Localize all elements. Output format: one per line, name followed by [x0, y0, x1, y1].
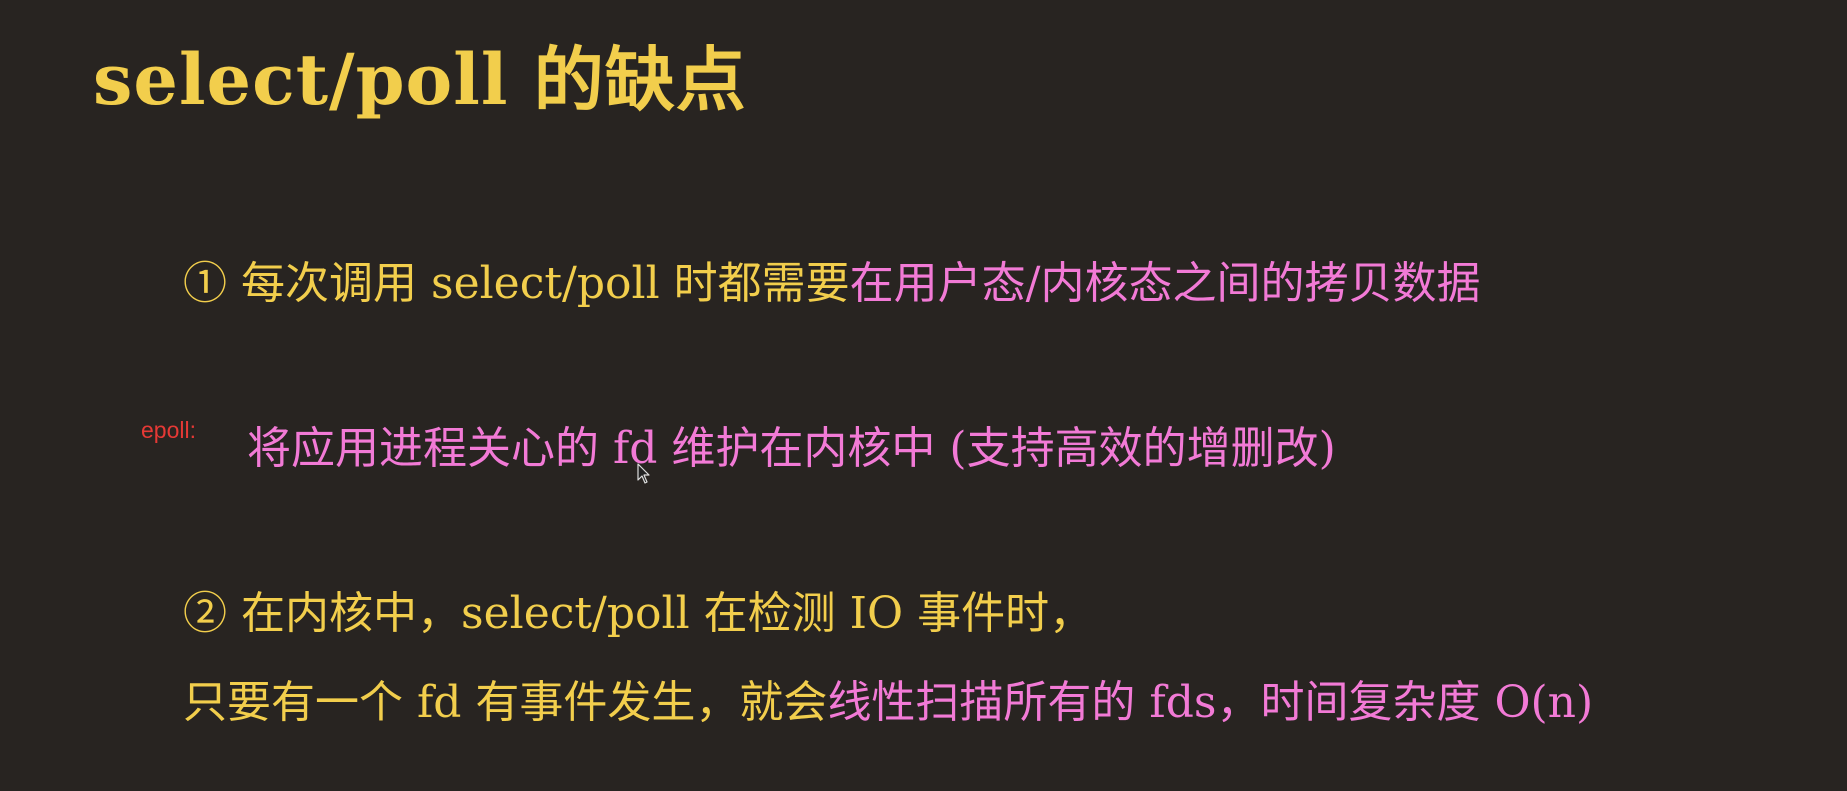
point-2-text: 在内核中，select/poll 在检测 IO 事件时，: [241, 588, 1094, 639]
epoll-text: 将应用进程关心的 fd 维护在内核中 (支持高效的增删改): [247, 423, 1336, 474]
point-2-text-2: 只要有一个 fd 有事件发生，就会: [183, 677, 828, 728]
point-1-marker: ①: [183, 258, 227, 309]
slide-title: select/poll 的缺点: [93, 38, 747, 121]
point-1-text: 每次调用 select/poll 时都需要: [241, 258, 850, 309]
point-2-line-1: ② 在内核中，select/poll 在检测 IO 事件时，: [183, 584, 1093, 644]
point-2-marker: ②: [183, 588, 227, 639]
point-1: ① 每次调用 select/poll 时都需要在用户态/内核态之间的拷贝数据: [183, 254, 1480, 314]
slide: select/poll 的缺点 ① 每次调用 select/poll 时都需要在…: [0, 0, 1847, 791]
point-1-highlight: 在用户态/内核态之间的拷贝数据: [849, 258, 1481, 309]
point-2-line-2: 只要有一个 fd 有事件发生，就会线性扫描所有的 fds，时间复杂度 O(n): [183, 673, 1593, 733]
epoll-label: epoll:: [141, 417, 196, 443]
epoll-description: 将应用进程关心的 fd 维护在内核中 (支持高效的增删改): [247, 419, 1336, 479]
mouse-pointer-icon: [637, 463, 650, 484]
point-2-highlight: 线性扫描所有的 fds，时间复杂度 O(n): [827, 677, 1594, 728]
